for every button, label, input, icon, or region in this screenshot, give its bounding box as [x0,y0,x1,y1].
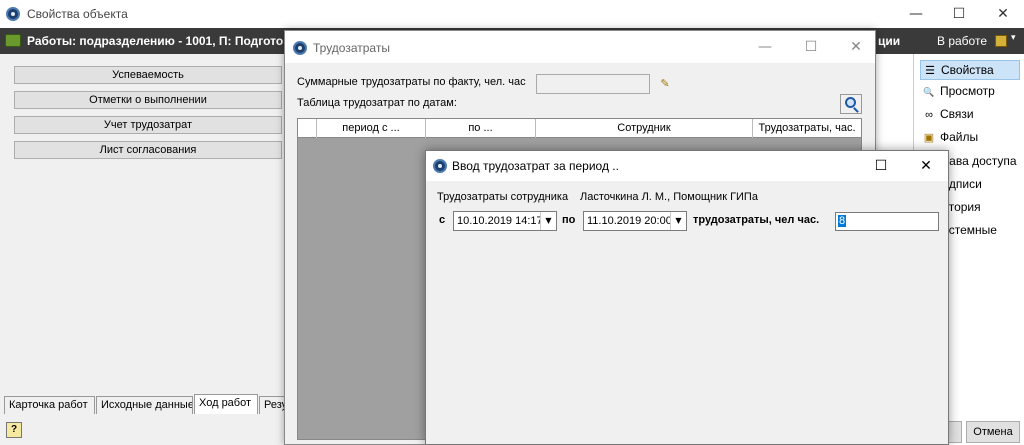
column-header-select[interactable] [298,119,317,138]
app-logo-icon [6,7,20,21]
object-title: Работы: подразделению - 1001, П: Подгото… [27,34,289,48]
close-button[interactable]: ✕ [980,0,1024,28]
period-entry-dialog: Ввод трудозатрат за период .. ☐ ✕ Трудоз… [425,150,949,445]
main-titlebar: Свойства объекта — ☐ ✕ [0,0,1024,28]
tab-work-card[interactable]: Карточка работ [4,396,95,414]
labor-table-label: Таблица трудозатрат по датам: [297,97,457,109]
progress-button[interactable]: Успеваемость [14,66,282,84]
date-to-value: 11.10.2019 20:00 [587,215,672,227]
table-header-row: период с ... по ... Сотрудник Трудозатра… [298,119,861,138]
tab-work-progress[interactable]: Ход работ [194,394,258,414]
period-dialog-title: Ввод трудозатрат за период .. [452,159,619,173]
column-header-period-to[interactable]: по ... [426,119,536,138]
status-flag-icon[interactable] [995,35,1007,47]
search-button[interactable] [840,94,862,114]
bottom-tab-strip: Карточка работ Исходные данные Ход работ… [0,394,300,416]
app-logo-icon [433,159,447,173]
minimize-button[interactable]: — [893,0,939,28]
side-item-label: Связи [940,107,974,121]
side-item-label: Файлы [940,130,979,144]
app-logo-icon [293,41,307,55]
employee-name: Ласточкина Л. М., Помощник ГИПа [580,191,758,203]
chevron-down-icon[interactable]: ▾ [1011,33,1016,43]
help-button[interactable]: ? [6,422,22,438]
link-icon: ∞ [925,108,933,121]
main-window-title: Свойства объекта [27,7,128,21]
column-header-period-from[interactable]: период с ... [317,119,426,138]
to-label: по [562,214,576,226]
column-header-hours[interactable]: Трудозатраты, час. [753,119,861,138]
maximize-button[interactable]: ☐ [858,151,904,181]
maximize-button[interactable]: ☐ [788,31,834,63]
hours-label: трудозатраты, чел час. [693,214,820,226]
side-item-label: Просмотр [940,84,995,98]
folder-icon [5,34,21,47]
labor-dialog-title: Трудозатраты [313,41,390,55]
column-header-employee[interactable]: Сотрудник [536,119,753,138]
completion-marks-button[interactable]: Отметки о выполнении [14,91,282,109]
hours-value: 8 [838,215,847,227]
close-button[interactable]: ✕ [833,31,879,63]
hours-input[interactable]: 8 [835,212,939,231]
date-from-value: 10.10.2019 14:17 [457,215,543,227]
object-title-tail: ции [878,34,901,48]
pencil-icon[interactable]: ✎ [657,76,673,92]
side-item-files[interactable]: ▣ Файлы [920,127,1020,147]
status-label[interactable]: В работе [937,34,987,48]
labor-dialog-titlebar: Трудозатраты — ☐ ✕ [285,31,875,63]
approval-sheet-button[interactable]: Лист согласования [14,141,282,159]
labor-accounting-button[interactable]: Учет трудозатрат [14,116,282,134]
side-item-access-rights[interactable]: права доступа [936,151,1024,171]
close-button[interactable]: ✕ [903,151,949,181]
employee-label: Трудозатраты сотрудника [437,191,569,203]
cancel-button[interactable]: Отмена [966,421,1020,443]
magnifier-icon: 🔍 [923,86,935,97]
save-icon: ▣ [923,131,935,144]
maximize-button[interactable]: ☐ [936,0,982,28]
left-panel: Успеваемость Отметки о выполнении Учет т… [0,54,300,445]
side-item-preview[interactable]: 🔍 Просмотр [920,81,1020,101]
side-item-signatures[interactable]: подписи [936,174,1024,194]
period-dialog-titlebar: Ввод трудозатрат за период .. ☐ ✕ [426,151,948,181]
from-label: с [439,214,446,226]
side-item-history[interactable]: история [936,197,1024,217]
side-item-system[interactable]: системные [936,220,1024,240]
minimize-button[interactable]: — [742,31,788,63]
properties-icon: ☰ [925,64,935,77]
total-labor-label: Суммарные трудозатраты по факту, чел. ча… [297,76,526,88]
chevron-down-icon[interactable]: ▼ [540,212,556,230]
side-item-label: Свойства [941,63,994,77]
date-to-picker[interactable]: 11.10.2019 20:00 ▼ [583,211,687,231]
side-item-links[interactable]: ∞ Связи [920,104,1020,124]
total-labor-field [536,74,650,94]
side-item-properties[interactable]: ☰ Свойства [920,60,1020,80]
chevron-down-icon[interactable]: ▼ [670,212,686,230]
tab-source-data[interactable]: Исходные данные [96,396,193,414]
date-from-picker[interactable]: 10.10.2019 14:17 ▼ [453,211,557,231]
